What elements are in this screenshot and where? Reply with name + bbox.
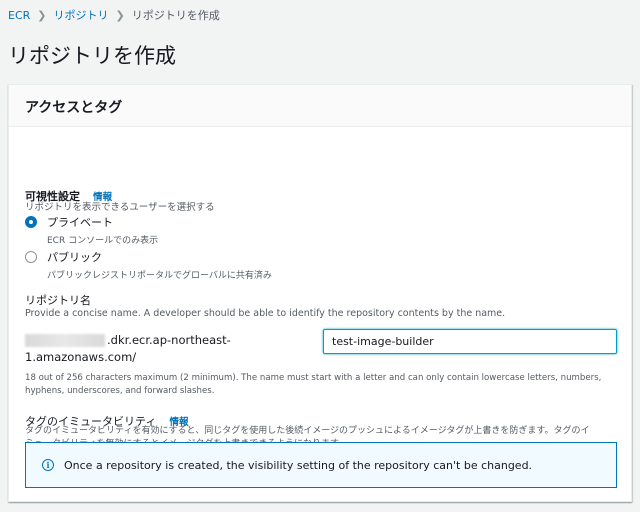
repo-name-label: リポジトリ名 xyxy=(25,294,91,307)
repo-name-constraint-line2: hyphens, underscores, and forward slashe… xyxy=(25,386,215,396)
alert-text: Once a repository is created, the visibi… xyxy=(64,458,533,472)
public-radio-description: パブリックレジストリポータルでグローバルに共有済み xyxy=(47,271,272,281)
private-radio-description: ECR コンソールでのみ表示 xyxy=(47,236,159,246)
repo-uri-prefix: .dkr.ecr.ap-northeast- 1.amazonaws.com/ xyxy=(25,332,231,366)
info-icon: i xyxy=(42,459,54,471)
panel-title: アクセスとタグ xyxy=(9,85,631,127)
breadcrumb-repositories-link[interactable]: リポジトリ xyxy=(54,7,109,23)
visibility-info-alert: i Once a repository is created, the visi… xyxy=(25,442,617,488)
private-radio[interactable] xyxy=(25,216,37,228)
repo-name-constraint-line1: 18 out of 256 characters maximum (2 mini… xyxy=(25,373,602,383)
visibility-description: リポジトリを表示できるユーザーを選択する xyxy=(25,202,215,213)
page-title: リポジトリを作成 xyxy=(8,44,176,68)
tag-immutability-description-line1: タグのイミュータビリティを有効にすると、同じタグを使用した後続イメージのプッシュ… xyxy=(25,426,590,436)
repo-name-constraint: 18 out of 256 characters maximum (2 mini… xyxy=(25,372,601,398)
breadcrumb-separator-icon: ❯ xyxy=(115,8,125,22)
breadcrumb-current: リポジトリを作成 xyxy=(131,9,220,22)
public-radio-label: パブリック xyxy=(47,251,102,264)
repo-name-input[interactable] xyxy=(323,329,617,354)
breadcrumb-ecr-link[interactable]: ECR xyxy=(8,9,30,22)
visibility-option-private[interactable]: プライベート ECR コンソールでのみ表示 xyxy=(25,214,158,246)
redacted-account-id xyxy=(25,334,105,347)
repo-name-description: Provide a concise name. A developer shou… xyxy=(25,308,506,319)
repo-uri-prefix-line1: .dkr.ecr.ap-northeast- xyxy=(107,333,231,347)
breadcrumb: ECR ❯ リポジトリ ❯ リポジトリを作成 xyxy=(8,7,220,23)
public-radio[interactable] xyxy=(25,251,37,263)
breadcrumb-separator-icon: ❯ xyxy=(37,8,47,22)
visibility-option-public[interactable]: パブリック パブリックレジストリポータルでグローバルに共有済み xyxy=(25,249,272,281)
private-radio-label: プライベート xyxy=(47,216,113,229)
repo-uri-prefix-line2: 1.amazonaws.com/ xyxy=(25,350,137,364)
access-and-tags-panel: アクセスとタグ 可視性設定 情報 リポジトリを表示できるユーザーを選択する プラ… xyxy=(8,84,632,502)
